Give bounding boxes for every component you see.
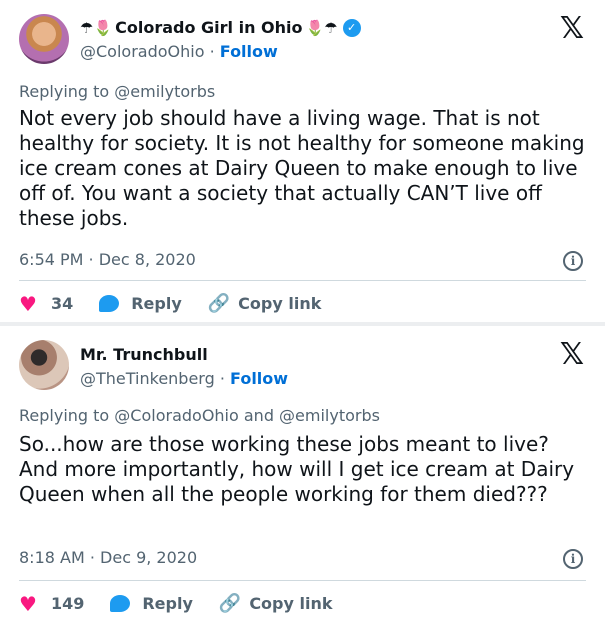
- replying-to: Replying to @ColoradoOhio and @emilytorb…: [19, 406, 380, 425]
- x-logo-icon[interactable]: 𝕏: [559, 14, 585, 44]
- follow-button[interactable]: Follow: [220, 42, 278, 61]
- tweet-card: ☂🌷 Colorado Girl in Ohio 🌷☂ ✓ @ColoradoO…: [0, 0, 605, 322]
- author-name-line[interactable]: ☂🌷 Colorado Girl in Ohio 🌷☂ ✓: [80, 18, 361, 37]
- x-logo-icon[interactable]: 𝕏: [559, 340, 585, 370]
- divider: [19, 580, 586, 581]
- like-count: 149: [50, 594, 85, 613]
- display-name[interactable]: Colorado Girl in Ohio: [115, 18, 302, 37]
- handle-line: @TheTinkenberg · Follow: [80, 369, 288, 388]
- like-count: 34: [50, 294, 74, 313]
- link-icon: 🔗: [218, 593, 242, 614]
- heart-icon: ♥: [19, 591, 37, 616]
- timestamp[interactable]: 8:18 AM · Dec 9, 2020: [19, 548, 197, 567]
- divider: [19, 280, 586, 281]
- reply-bubble-icon: [99, 295, 120, 312]
- handle[interactable]: @TheTinkenberg: [80, 369, 215, 388]
- avatar[interactable]: [19, 340, 69, 390]
- verified-badge-icon: ✓: [342, 18, 361, 37]
- separator: ·: [219, 369, 225, 388]
- handle-line: @ColoradoOhio · Follow: [80, 42, 278, 61]
- info-icon[interactable]: i: [563, 251, 583, 271]
- reply-button[interactable]: Reply: [99, 294, 182, 313]
- copy-link-label: Copy link: [238, 294, 322, 313]
- tweet-text: So...how are those working these jobs me…: [19, 432, 575, 506]
- follow-button[interactable]: Follow: [230, 369, 288, 388]
- display-name[interactable]: Mr. Trunchbull: [80, 345, 208, 364]
- author-name-line[interactable]: Mr. Trunchbull: [80, 345, 208, 364]
- copy-link-label: Copy link: [249, 594, 333, 613]
- action-bar: ♥ 149 Reply 🔗 Copy link: [19, 593, 359, 614]
- reply-button[interactable]: Reply: [110, 594, 193, 613]
- copy-link-button[interactable]: 🔗 Copy link: [219, 593, 333, 614]
- like-button[interactable]: ♥ 34: [19, 294, 73, 314]
- umbrella-tulip-emoji: ☂🌷: [80, 18, 113, 37]
- timestamp[interactable]: 6:54 PM · Dec 8, 2020: [19, 250, 196, 269]
- reply-label: Reply: [131, 294, 182, 313]
- tulip-umbrella-emoji: 🌷☂: [305, 18, 338, 37]
- tweet-text: Not every job should have a living wage.…: [19, 106, 585, 230]
- action-bar: ♥ 34 Reply 🔗 Copy link: [19, 293, 347, 314]
- replying-to: Replying to @emilytorbs: [19, 82, 216, 101]
- heart-icon: ♥: [19, 291, 37, 316]
- copy-link-button[interactable]: 🔗 Copy link: [208, 293, 322, 314]
- handle[interactable]: @ColoradoOhio: [80, 42, 205, 61]
- info-icon[interactable]: i: [563, 549, 583, 569]
- separator: ·: [209, 42, 215, 61]
- reply-bubble-icon: [110, 595, 131, 612]
- reply-label: Reply: [142, 594, 193, 613]
- link-icon: 🔗: [207, 293, 231, 314]
- like-button[interactable]: ♥ 149: [19, 594, 84, 614]
- tweet-card: Mr. Trunchbull @TheTinkenberg · Follow 𝕏…: [0, 326, 605, 627]
- avatar[interactable]: [19, 14, 69, 64]
